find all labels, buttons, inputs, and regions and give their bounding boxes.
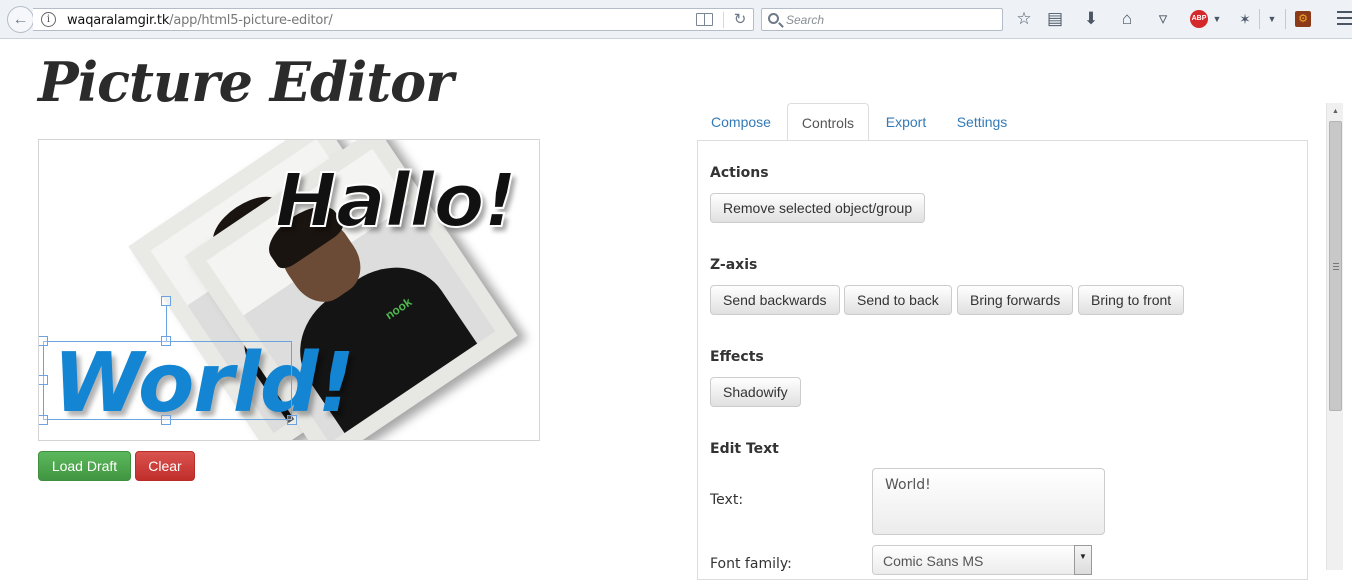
back-arrow-icon[interactable]: ←	[7, 6, 34, 33]
scroll-thumb[interactable]	[1329, 121, 1342, 411]
chevron-down-icon[interactable]: ▼	[1074, 545, 1092, 575]
zaxis-heading: Z-axis	[710, 257, 758, 273]
edit-text-heading: Edit Text	[710, 441, 779, 457]
extension-dropdown-icon[interactable]: ▼	[1261, 8, 1283, 30]
url-host: waqaralamgir.tk	[67, 13, 170, 28]
tab-controls[interactable]: Controls	[787, 103, 869, 141]
url-path: /app/html5-picture-editor/	[169, 13, 333, 28]
url-bar[interactable]: i waqaralamgir.tk/app/html5-picture-edit…	[33, 8, 754, 31]
search-icon	[768, 13, 779, 24]
bring-forwards-button[interactable]: Bring forwards	[957, 285, 1074, 315]
url-separator	[723, 12, 724, 28]
toolbar-separator	[1285, 9, 1286, 29]
bookmark-star-icon[interactable]: ☆	[1013, 8, 1035, 30]
reader-view-icon[interactable]	[696, 13, 713, 26]
url-text[interactable]: waqaralamgir.tk/app/html5-picture-editor…	[67, 13, 333, 28]
grip-icon	[1333, 263, 1339, 270]
text-object-hallo[interactable]: Hallo!	[274, 157, 518, 245]
remove-selected-button[interactable]: Remove selected object/group	[710, 193, 926, 223]
info-icon[interactable]: i	[41, 12, 56, 27]
bookmarks-list-icon[interactable]: ▤	[1044, 8, 1066, 30]
font-family-select[interactable]: Comic Sans MS	[872, 545, 1092, 575]
search-bar[interactable]: Search	[761, 8, 1003, 31]
selection-box	[43, 341, 292, 420]
text-input[interactable]: World!	[872, 468, 1105, 535]
scroll-up-arrow-icon[interactable]: ▲	[1327, 103, 1344, 120]
shadowify-button[interactable]: Shadowify	[710, 377, 801, 407]
resize-handle-tl[interactable]	[39, 336, 48, 346]
tab-compose[interactable]: Compose	[697, 103, 785, 141]
pocket-icon[interactable]: ▿	[1152, 8, 1174, 30]
search-placeholder: Search	[786, 13, 825, 27]
rotate-handle[interactable]	[161, 296, 171, 306]
resize-handle-ml[interactable]	[39, 375, 48, 385]
page-title: Picture Editor	[38, 50, 454, 114]
actions-heading: Actions	[710, 165, 769, 181]
home-icon[interactable]: ⌂	[1116, 8, 1138, 30]
menu-icon[interactable]	[1337, 11, 1352, 25]
editor-canvas[interactable]: nook Hallo! World!	[38, 139, 540, 441]
send-backwards-button[interactable]: Send backwards	[710, 285, 840, 315]
resize-handle-tm[interactable]	[161, 336, 171, 346]
adblock-dropdown-icon[interactable]: ▼	[1206, 8, 1228, 30]
resize-handle-bl[interactable]	[39, 415, 48, 425]
resize-handle-br[interactable]	[287, 415, 297, 425]
send-to-back-button[interactable]: Send to back	[844, 285, 952, 315]
tab-export[interactable]: Export	[871, 103, 941, 141]
controls-panel: Actions Remove selected object/group Z-a…	[697, 140, 1308, 580]
tab-bar: Compose Controls Export Settings	[697, 103, 1308, 141]
load-draft-button[interactable]: Load Draft	[38, 451, 131, 481]
page-scrollbar[interactable]: ▲	[1326, 103, 1343, 570]
browser-toolbar: ← i waqaralamgir.tk/app/html5-picture-ed…	[0, 0, 1352, 39]
reload-icon[interactable]: ↻	[730, 10, 750, 30]
text-field-label: Text:	[710, 492, 744, 508]
effects-heading: Effects	[710, 349, 764, 365]
resize-handle-bm[interactable]	[161, 415, 171, 425]
tab-settings[interactable]: Settings	[943, 103, 1021, 141]
download-icon[interactable]: ⬇	[1080, 8, 1102, 30]
extension-icon[interactable]: ⚙	[1295, 11, 1311, 27]
extension-bug-icon[interactable]: ✶	[1234, 8, 1256, 30]
toolbar-separator	[1259, 9, 1260, 29]
bring-to-front-button[interactable]: Bring to front	[1078, 285, 1185, 315]
clear-button[interactable]: Clear	[135, 451, 195, 481]
